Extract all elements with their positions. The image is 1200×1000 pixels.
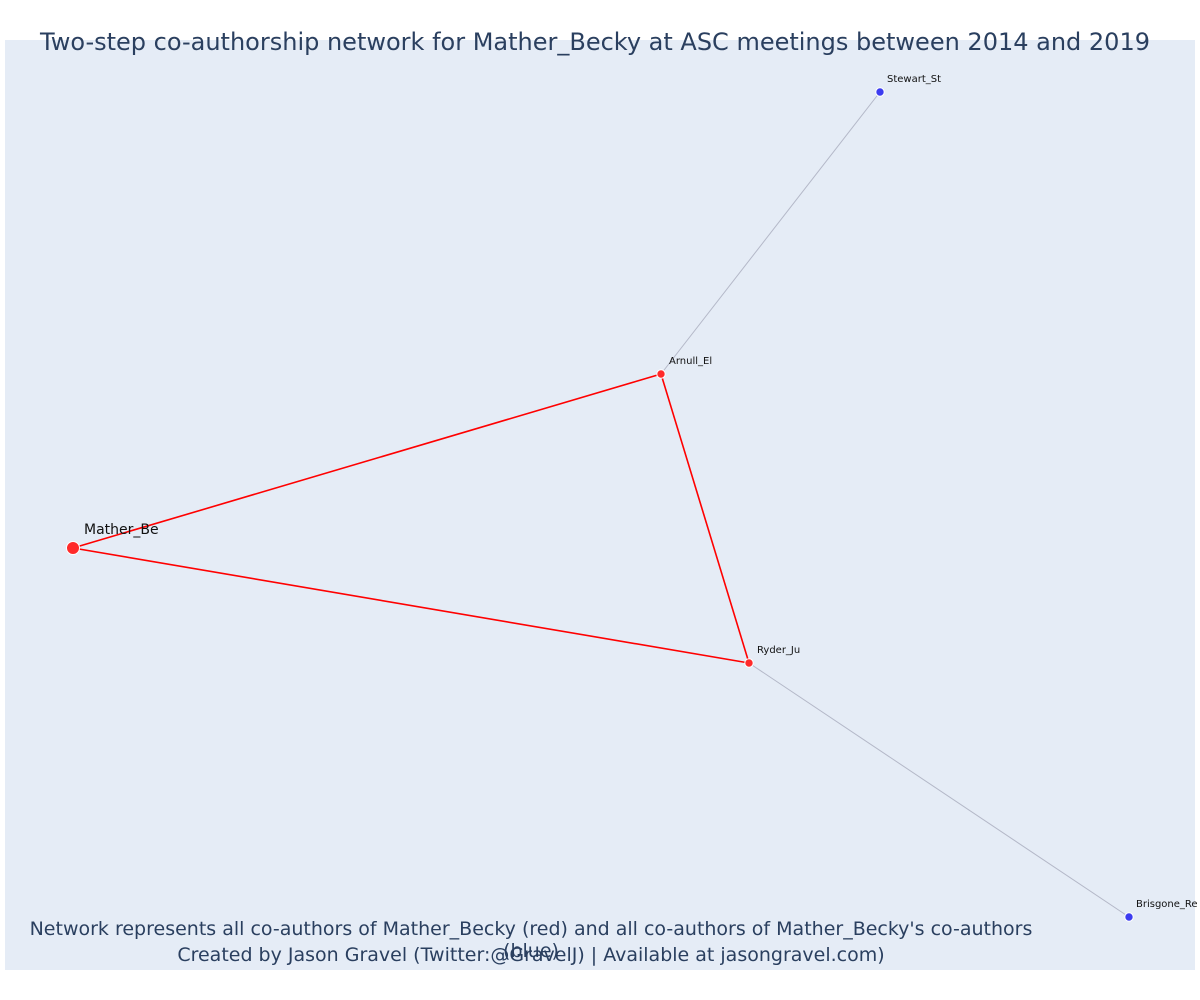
edge-ryder-brisgone (748, 662, 1130, 918)
node-label-arnull: Arnull_El (669, 356, 712, 367)
edge-mather-arnull (72, 373, 662, 549)
node-brisgone[interactable] (1124, 912, 1134, 922)
edge-arnull-stewart (660, 91, 881, 375)
node-label-mather: Mather_Be (84, 522, 159, 538)
node-arnull[interactable] (656, 369, 666, 379)
node-label-brisgone: Brisgone_Re (1136, 899, 1198, 910)
edge-arnull-ryder (660, 373, 750, 664)
node-ryder[interactable] (744, 658, 754, 668)
edge-mather-ryder (72, 547, 750, 664)
node-layer: Mather_Be Arnull_El Ryder_Ju Stewart_St Bris… (66, 74, 1198, 922)
caption-credit: Created by Jason Gravel (Twitter:@Gravel… (177, 944, 885, 966)
node-stewart[interactable] (875, 87, 885, 97)
network-graph: Mather_Be Arnull_El Ryder_Ju Stewart_St Bris… (66, 74, 1198, 922)
node-mather[interactable] (66, 541, 80, 555)
node-label-stewart: Stewart_St (887, 74, 941, 85)
edge-layer (72, 91, 1130, 918)
node-label-ryder: Ryder_Ju (757, 645, 800, 656)
